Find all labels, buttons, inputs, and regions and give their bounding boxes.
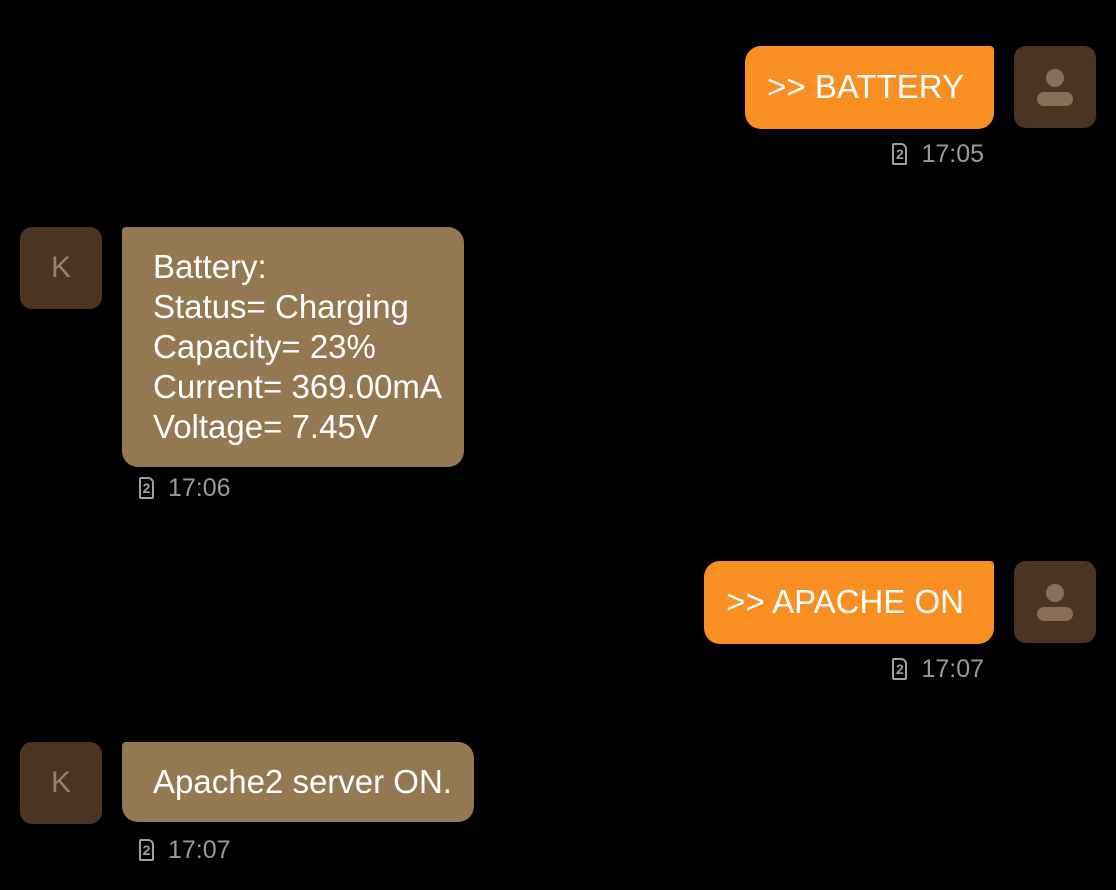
avatar-letter: K [50,766,71,799]
contact-avatar[interactable]: K [20,742,102,824]
sim-card-icon: 2 [139,839,154,861]
message-bubble[interactable]: Apache2 server ON. [122,742,474,822]
message-incoming: K Apache2 server ON. 2 17:07 [0,0,1116,880]
message-meta: 2 17:07 [139,836,231,864]
message-time: 17:07 [168,836,231,864]
